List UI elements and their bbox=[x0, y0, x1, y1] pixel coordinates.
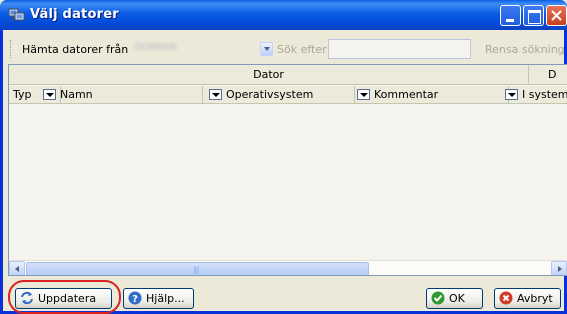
toolbar: Hämta datorer från DOMAIN Sök efter Rens… bbox=[8, 36, 567, 62]
server-combo-value[interactable]: DOMAIN bbox=[135, 42, 176, 54]
clear-search-button[interactable]: Rensa sökning bbox=[485, 43, 565, 56]
filter-dropdown-icon[interactable] bbox=[505, 89, 518, 100]
search-input[interactable] bbox=[328, 39, 471, 59]
window: Välj datorer Hämta datorer från DOMAIN S… bbox=[0, 0, 567, 314]
scroll-right-button[interactable] bbox=[551, 261, 567, 275]
search-label: Sök efter bbox=[277, 43, 327, 56]
help-button[interactable]: ? Hjälp... bbox=[123, 288, 194, 309]
column-label: Kommentar bbox=[374, 88, 439, 101]
close-button[interactable] bbox=[546, 5, 567, 26]
group-header-row: Dator D bbox=[9, 65, 567, 85]
fetch-from-label: Hämta datorer från bbox=[22, 43, 129, 56]
column-header-kommentar[interactable]: Kommentar bbox=[353, 86, 509, 104]
column-header-row: Typ Namn Operativsystem Kommentar I syst… bbox=[9, 86, 567, 104]
filter-dropdown-icon[interactable] bbox=[357, 89, 370, 100]
column-label: Operativsystem bbox=[226, 88, 314, 101]
highlight-annotation bbox=[8, 280, 121, 314]
filter-dropdown-icon[interactable] bbox=[43, 89, 56, 100]
group-header-d: D bbox=[548, 68, 557, 81]
help-button-label: Hjälp... bbox=[146, 292, 185, 305]
column-header-operativsystem[interactable]: Operativsystem bbox=[205, 86, 355, 104]
server-dropdown-icon[interactable] bbox=[260, 42, 273, 56]
window-title: Välj datorer bbox=[30, 7, 119, 22]
scrollbar-thumb[interactable]: |||| bbox=[26, 262, 369, 275]
computers-icon bbox=[8, 8, 25, 21]
thumb-grip-icon: |||| bbox=[193, 266, 200, 274]
column-label: I system bbox=[522, 88, 567, 101]
filter-dropdown-icon[interactable] bbox=[209, 89, 222, 100]
toolbar-grip[interactable] bbox=[10, 40, 13, 58]
title-bar[interactable]: Välj datorer bbox=[0, 0, 567, 30]
horizontal-scrollbar[interactable]: |||| bbox=[9, 260, 567, 275]
ok-button[interactable]: OK bbox=[426, 288, 483, 309]
maximize-button[interactable] bbox=[523, 5, 544, 26]
checkmark-icon bbox=[431, 291, 445, 305]
scroll-left-button[interactable] bbox=[9, 261, 25, 275]
svg-text:?: ? bbox=[132, 294, 138, 305]
group-header-dator: Dator bbox=[9, 65, 529, 85]
column-header-namn[interactable]: Namn bbox=[39, 86, 203, 104]
column-header-i-system[interactable]: I system bbox=[501, 86, 567, 104]
cancel-button[interactable]: Avbryt bbox=[494, 288, 561, 309]
cancel-button-label: Avbryt bbox=[517, 292, 553, 305]
column-label: Typ bbox=[13, 88, 32, 101]
computer-grid[interactable]: Dator D Typ Namn Operativsystem Kommenta… bbox=[8, 64, 567, 276]
column-label: Namn bbox=[60, 88, 93, 101]
close-icon bbox=[551, 10, 562, 21]
minimize-button[interactable] bbox=[500, 5, 521, 26]
cancel-icon bbox=[499, 291, 513, 305]
ok-button-label: OK bbox=[449, 292, 465, 305]
help-icon: ? bbox=[128, 291, 142, 305]
